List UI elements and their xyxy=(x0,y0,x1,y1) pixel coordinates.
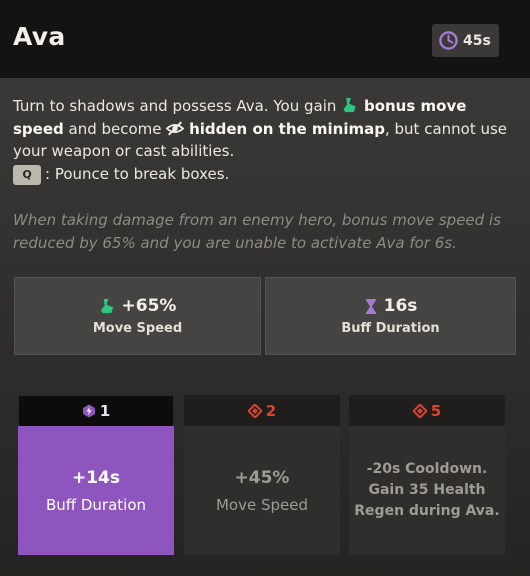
cooldown-clock-icon xyxy=(439,31,458,50)
boot-icon xyxy=(343,97,356,113)
cooldown-value: 45s xyxy=(463,32,491,49)
hourglass-icon xyxy=(364,298,377,314)
tier-label: Move Speed xyxy=(215,495,308,514)
tier-number: 2 xyxy=(265,401,277,420)
tier-header: 1 xyxy=(18,395,174,426)
tier-number: 1 xyxy=(99,402,111,420)
description-hidden-minimap: hidden on the minimap xyxy=(189,119,385,138)
spirit-bolt-icon xyxy=(82,404,95,418)
hidden-eye-icon xyxy=(166,120,185,136)
tier-content: -20s Cooldown. Gain 35 Health Regen duri… xyxy=(349,426,505,555)
boot-icon xyxy=(100,298,113,313)
tier-line-1: -20s Cooldown. xyxy=(366,461,488,477)
diamond-icon xyxy=(247,403,262,418)
upgrade-tier-2[interactable]: 2 +45% Move Speed xyxy=(184,395,340,555)
stat-label: Buff Duration xyxy=(341,321,440,336)
stat-buff-duration: 16s Buff Duration xyxy=(265,277,516,355)
tier-label: Buff Duration xyxy=(45,495,147,514)
key-description: : Pounce to break boxes. xyxy=(45,164,230,183)
diamond-icon xyxy=(412,403,427,418)
ability-note: When taking damage from an enemy hero, b… xyxy=(13,211,501,252)
description-text-2: and become xyxy=(63,119,167,138)
ability-title: Ava xyxy=(13,22,66,51)
tier-value: +14s xyxy=(71,467,121,488)
cooldown-badge: 45s xyxy=(432,24,499,57)
tier-content: +45% Move Speed xyxy=(184,426,340,555)
stat-label: Move Speed xyxy=(92,321,183,336)
tier-line-3: Regen during Ava. xyxy=(354,503,500,519)
upgrade-tier-1[interactable]: 1 +14s Buff Duration xyxy=(18,395,174,555)
tier-header: 2 xyxy=(184,395,340,426)
tier-content: +14s Buff Duration xyxy=(18,426,174,555)
tier-value: +45% xyxy=(234,467,290,488)
tier-number: 5 xyxy=(430,401,442,420)
tier-line-2: Gain 35 Health xyxy=(368,482,486,498)
ability-description: Turn to shadows and possess Ava. You gai… xyxy=(13,95,518,185)
description-text-1: Turn to shadows and possess Ava. You gai… xyxy=(13,97,342,115)
upgrade-tier-5[interactable]: 5 -20s Cooldown. Gain 35 Health Regen du… xyxy=(349,395,505,555)
stat-value: 16s xyxy=(383,296,418,316)
stat-value: +65% xyxy=(121,296,177,316)
stat-move-speed: +65% Move Speed xyxy=(14,277,261,355)
key-q-badge: Q xyxy=(13,164,41,185)
tier-header: 5 xyxy=(349,395,505,426)
